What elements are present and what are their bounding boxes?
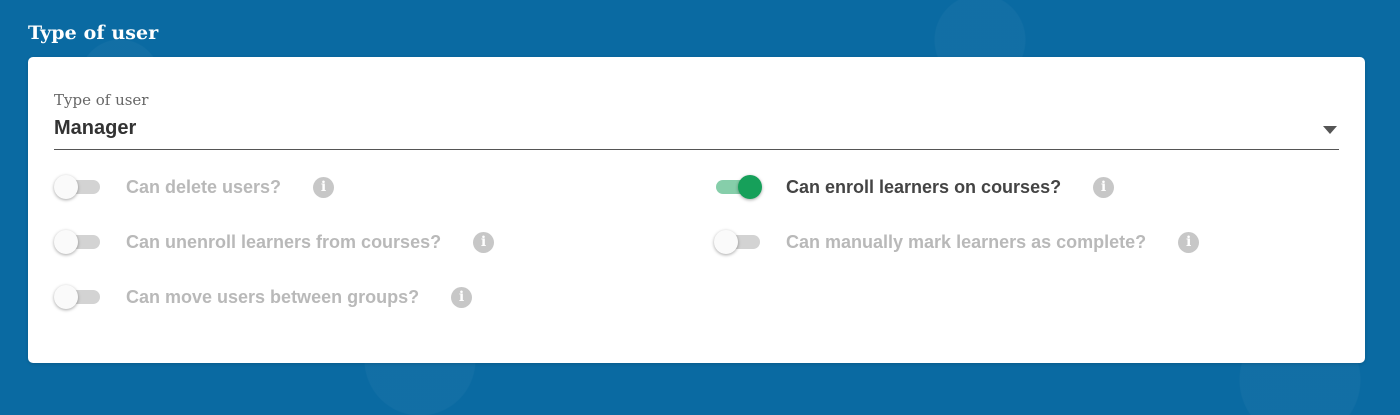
section-title: Type of user xyxy=(28,22,159,44)
toggle-unenroll-learners[interactable] xyxy=(54,227,102,257)
toggle-knob xyxy=(714,230,738,254)
toggle-mark-complete[interactable] xyxy=(714,227,762,257)
info-icon[interactable]: i xyxy=(1093,176,1115,198)
info-icon[interactable]: i xyxy=(473,231,495,253)
user-type-select-label: Type of user xyxy=(54,91,149,109)
toggle-knob xyxy=(54,230,78,254)
toggle-enroll-learners[interactable] xyxy=(714,172,762,202)
toggle-move-users[interactable] xyxy=(54,282,102,312)
permission-unenroll-learners: Can unenroll learners from courses? i xyxy=(54,227,495,257)
info-icon[interactable]: i xyxy=(313,176,335,198)
permission-mark-complete: Can manually mark learners as complete? … xyxy=(714,227,1200,257)
permission-enroll-learners: Can enroll learners on courses? i xyxy=(714,172,1115,202)
chevron-down-icon[interactable] xyxy=(1323,126,1337,134)
permission-label: Can manually mark learners as complete? xyxy=(786,231,1147,252)
info-icon[interactable]: i xyxy=(1178,231,1200,253)
permission-label: Can unenroll learners from courses? xyxy=(126,231,442,252)
toggle-delete-users[interactable] xyxy=(54,172,102,202)
toggle-knob xyxy=(54,175,78,199)
permission-move-users: Can move users between groups? i xyxy=(54,282,473,312)
user-type-select[interactable]: Type of user Manager xyxy=(54,89,1339,150)
permission-label: Can move users between groups? xyxy=(126,286,420,307)
user-type-select-value: Manager xyxy=(54,117,137,139)
info-icon[interactable]: i xyxy=(451,286,473,308)
permission-delete-users: Can delete users? i xyxy=(54,172,335,202)
toggle-knob xyxy=(738,175,762,199)
permission-label: Can enroll learners on courses? xyxy=(786,176,1062,197)
permission-label: Can delete users? xyxy=(126,176,282,197)
user-type-card: Type of user Manager Can delete users? i… xyxy=(28,57,1365,363)
toggle-knob xyxy=(54,285,78,309)
